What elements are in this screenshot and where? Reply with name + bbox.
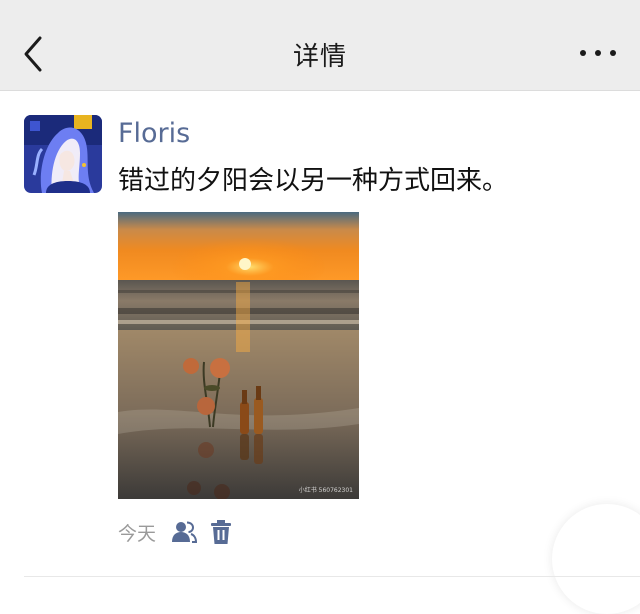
more-dot	[595, 50, 601, 56]
avatar-illustration-icon	[24, 115, 102, 193]
users-icon[interactable]	[172, 520, 198, 544]
username[interactable]: Floris	[118, 118, 190, 149]
floating-action-circle[interactable]	[552, 504, 640, 614]
post-image[interactable]: 小红书 560762301	[118, 212, 359, 499]
page-title: 详情	[292, 42, 347, 72]
avatar[interactable]	[24, 115, 102, 193]
sunset-beach-photo	[118, 212, 359, 499]
more-dot	[610, 50, 616, 56]
navigation-bar: 详情	[0, 0, 640, 91]
more-dot	[580, 50, 586, 56]
post-meta: 今天	[118, 518, 318, 546]
post-time: 今天	[118, 523, 157, 545]
image-watermark: 小红书 560762301	[298, 487, 353, 494]
trash-icon[interactable]	[210, 519, 232, 545]
divider	[24, 576, 640, 577]
post-text: 错过的夕阳会以另一种方式回来。	[118, 166, 509, 196]
more-button[interactable]	[580, 44, 616, 62]
